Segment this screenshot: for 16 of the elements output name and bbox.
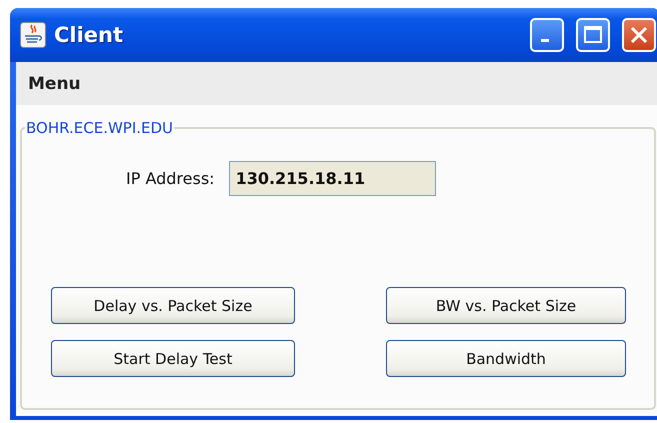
- minimize-button[interactable]: [530, 18, 564, 52]
- maximize-button[interactable]: [576, 18, 610, 52]
- minimize-icon: [541, 38, 549, 42]
- action-button[interactable]: Start Delay Test: [51, 340, 295, 377]
- close-icon: [629, 25, 649, 45]
- action-button[interactable]: Delay vs. Packet Size: [51, 287, 295, 324]
- window-title: Client: [54, 23, 124, 47]
- action-button[interactable]: Bandwidth: [386, 340, 626, 377]
- menu-item[interactable]: Menu: [28, 74, 81, 94]
- close-button[interactable]: [622, 18, 656, 52]
- ip-address-field[interactable]: 130.215.18.11: [228, 161, 436, 196]
- coffee-cup-icon: [20, 22, 46, 48]
- action-button[interactable]: BW vs. Packet Size: [386, 287, 626, 324]
- group-title: BOHR.ECE.WPI.EDU: [25, 119, 174, 137]
- maximize-icon: [583, 25, 603, 45]
- field-label: IP Address:: [126, 169, 215, 188]
